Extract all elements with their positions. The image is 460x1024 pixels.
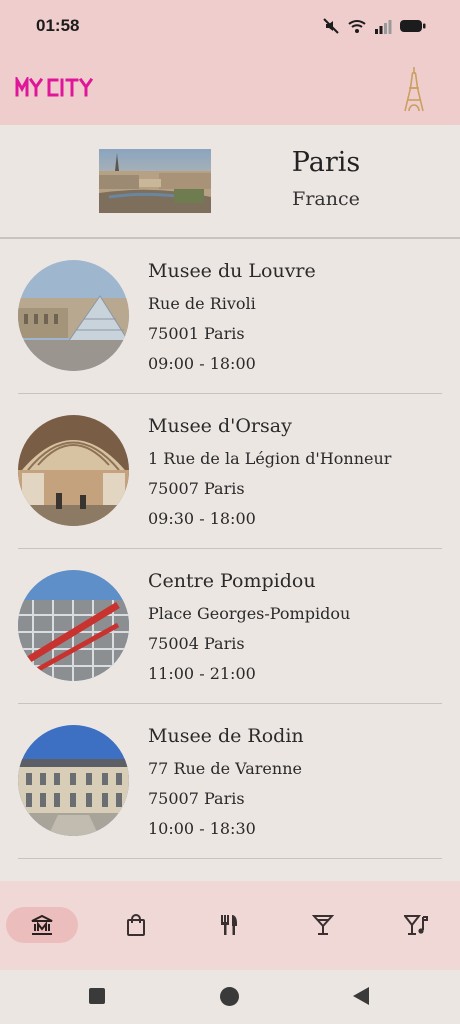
place-name: Musee du Louvre xyxy=(148,260,316,282)
place-street: Place Georges-Pompidou xyxy=(148,604,351,623)
museum-icon xyxy=(31,914,53,935)
place-name: Musee d'Orsay xyxy=(148,415,292,437)
shopping-bag-icon xyxy=(127,914,145,936)
restaurant-icon xyxy=(221,915,237,935)
back-icon[interactable] xyxy=(352,986,370,1006)
place-street: 1 Rue de la Légion d'Honneur xyxy=(148,449,392,468)
status-bar: 01:58 xyxy=(0,0,460,52)
system-navigation-bar xyxy=(0,970,460,1024)
place-hours: 11:00 - 21:00 xyxy=(148,664,256,683)
home-icon[interactable] xyxy=(219,986,240,1007)
place-hours: 09:00 - 18:00 xyxy=(148,354,256,373)
battery-icon xyxy=(400,20,426,32)
bottom-navigation xyxy=(0,881,460,970)
list-item[interactable]: Centre Pompidou Place Georges-Pompidou 7… xyxy=(18,549,442,704)
place-city: 75007 Paris xyxy=(148,789,245,808)
my-city-logo xyxy=(15,77,94,97)
place-name: Centre Pompidou xyxy=(148,570,316,592)
place-street: Rue de Rivoli xyxy=(148,294,256,313)
nav-shopping[interactable] xyxy=(100,907,172,943)
place-city: 75007 Paris xyxy=(148,479,245,498)
nav-nightlife[interactable] xyxy=(380,907,452,943)
orsay-image xyxy=(18,415,129,526)
cocktail-icon xyxy=(312,915,334,935)
pompidou-image xyxy=(18,570,129,681)
rodin-image xyxy=(18,725,129,836)
nav-bars[interactable] xyxy=(287,907,359,943)
place-name: Musee de Rodin xyxy=(148,725,304,747)
city-header: Paris France xyxy=(0,125,460,239)
list-item[interactable]: Musee d'Orsay 1 Rue de la Légion d'Honne… xyxy=(18,394,442,549)
list-item[interactable]: Musee de Rodin 77 Rue de Varenne 75007 P… xyxy=(18,704,442,859)
places-list: Musee du Louvre Rue de Rivoli 75001 Pari… xyxy=(0,239,460,859)
recents-icon[interactable] xyxy=(88,987,106,1005)
place-city: 75004 Paris xyxy=(148,634,245,653)
nav-museums[interactable] xyxy=(6,907,78,943)
status-time: 01:58 xyxy=(36,16,80,35)
place-hours: 09:30 - 18:00 xyxy=(148,509,256,528)
city-name: Paris xyxy=(291,147,361,178)
mute-icon xyxy=(323,18,339,34)
eiffel-tower-icon xyxy=(404,67,424,112)
place-city: 75001 Paris xyxy=(148,324,245,343)
louvre-image xyxy=(18,260,129,371)
nightlife-icon xyxy=(404,915,428,935)
place-street: 77 Rue de Varenne xyxy=(148,759,302,778)
nav-restaurants[interactable] xyxy=(193,907,265,943)
app-bar xyxy=(0,52,460,125)
paris-skyline-image xyxy=(99,149,211,213)
country-name: France xyxy=(292,188,360,210)
place-hours: 10:00 - 18:30 xyxy=(148,819,256,838)
wifi-icon xyxy=(348,20,366,33)
list-item[interactable]: Musee du Louvre Rue de Rivoli 75001 Pari… xyxy=(18,239,442,394)
status-icons xyxy=(322,17,426,35)
signal-icon xyxy=(375,20,392,34)
